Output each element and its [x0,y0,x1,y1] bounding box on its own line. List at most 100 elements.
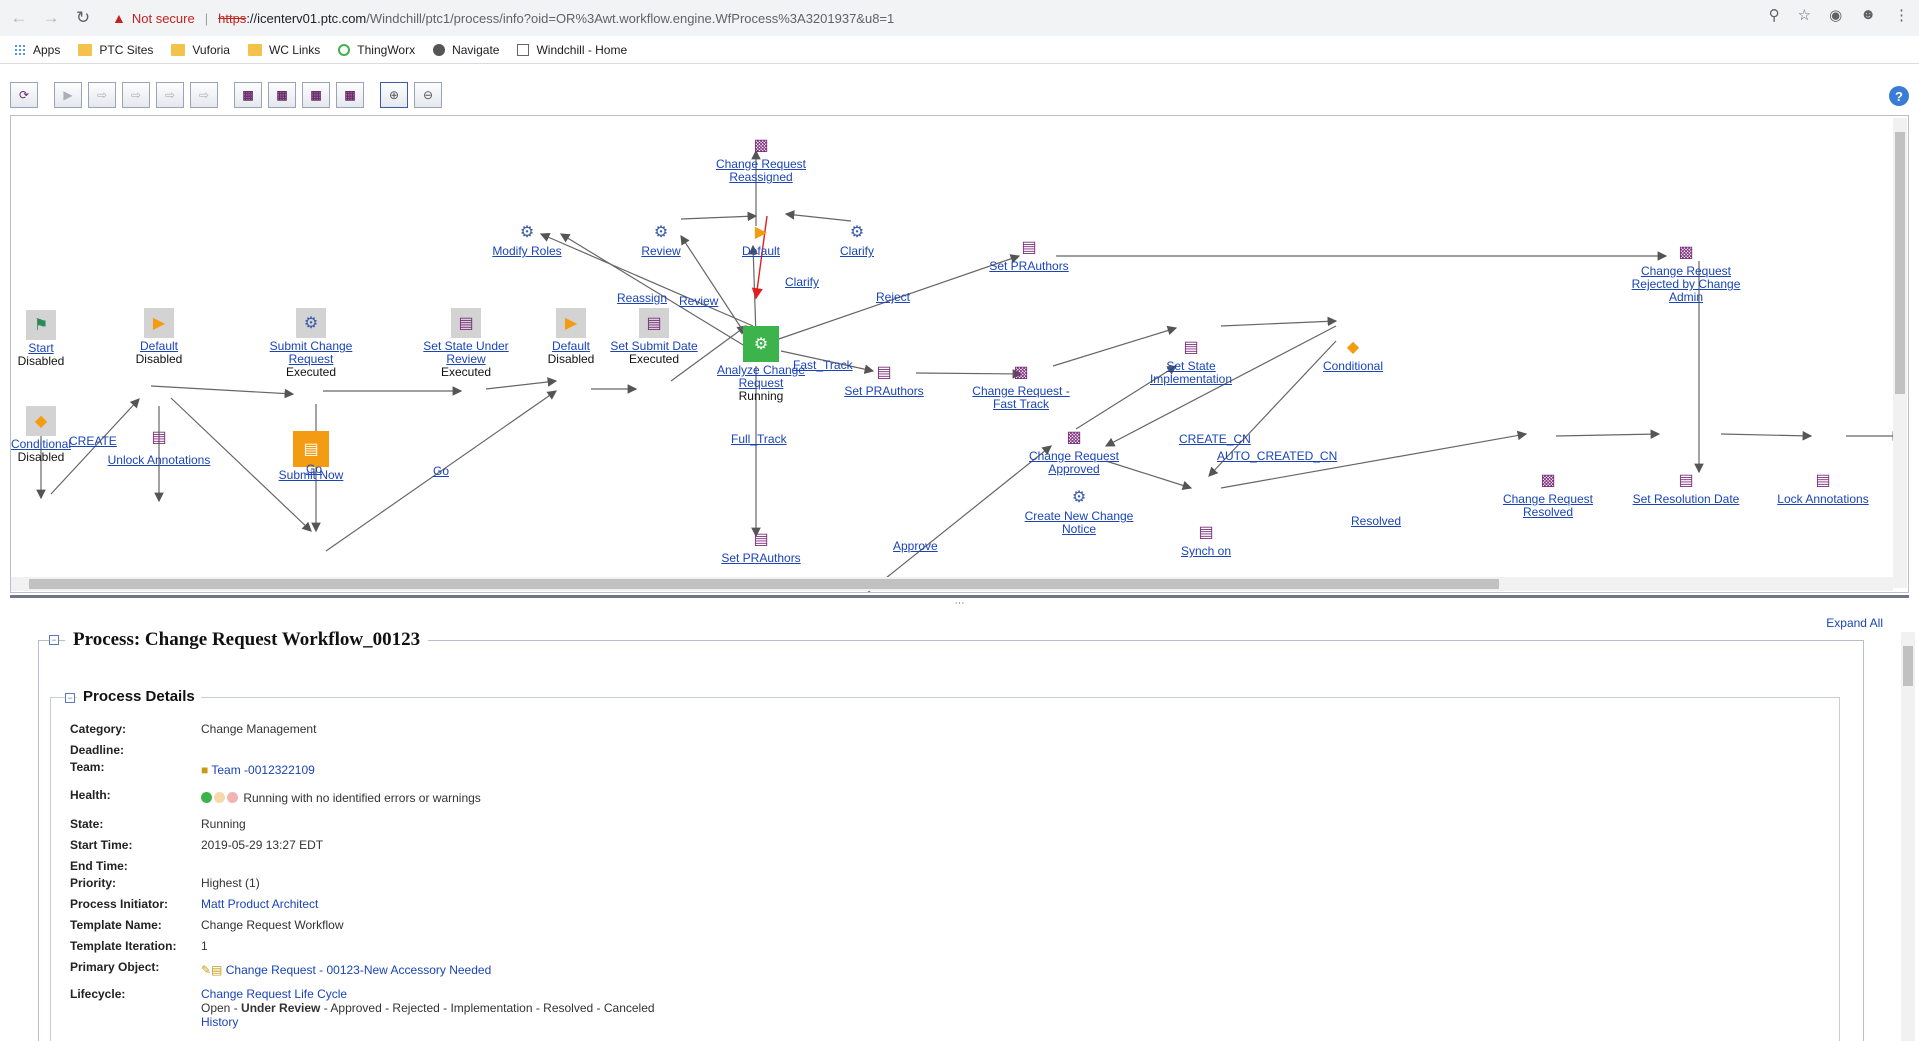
warning-icon: ▲ [112,10,126,26]
primary-object-link[interactable]: Change Request - 00123-New Accessory Nee… [226,963,492,977]
help-icon[interactable]: ? [1889,86,1909,106]
apps-grid-icon [14,43,26,56]
activity-icon: ⚙ [849,223,865,241]
step-play-button[interactable]: ▶ [54,82,82,108]
node-default-1[interactable]: ▶ Default Disabled [104,308,214,366]
windchill-icon [517,43,530,56]
node-set-submit-date[interactable]: ▤ Set Submit Date Executed [599,308,709,366]
graph-vertical-scrollbar[interactable] [1893,118,1907,588]
health-red-icon [227,792,238,803]
node-start[interactable]: ⚑ Start Disabled [11,310,96,368]
flow-button-2[interactable]: ▦ [268,82,296,108]
node-synch-on[interactable]: ▤ Synch on [1151,521,1261,558]
step-button-5[interactable]: ⇨ [190,82,218,108]
edge-label-go[interactable]: Go [433,464,449,478]
node-lock-annotations[interactable]: ▤ Lock Annotations [1768,469,1878,506]
refresh-button[interactable]: ⟳ [10,82,38,108]
zoom-out-button[interactable]: ⊖ [414,82,442,108]
scroll-thumb[interactable] [1895,132,1905,394]
back-arrow-icon[interactable]: ← [6,5,32,31]
pane-splitter[interactable]: ⋯ [10,595,1909,609]
node-change-request-rejected[interactable]: ▩ Change Request Rejected by Change Admi… [1631,241,1741,304]
edge-label-reject[interactable]: Reject [876,290,910,304]
edge-label-fast-track[interactable]: Fast_Track [793,358,853,372]
initiator-link[interactable]: Matt Product Architect [201,897,318,911]
activity-icon: ⚙ [296,308,326,338]
node-set-state-implementation[interactable]: ▤ Set State Implementation [1136,336,1246,386]
task-icon: ▤ [1678,471,1694,489]
flow-button-1[interactable]: ▦ [234,82,262,108]
history-link[interactable]: History [201,1015,238,1029]
task-icon: ▤ [451,308,481,338]
edge-label-resolved[interactable]: Resolved [1351,514,1401,528]
scroll-thumb[interactable] [29,579,1499,589]
browser-actions: ⚲ ☆ ◉ ☻ ⋮ [1769,6,1909,24]
bookmark-thingworx[interactable]: ThingWorx [338,43,415,57]
node-set-prauthors-bottom[interactable]: ▤ Set PRAuthors [706,528,816,565]
node-unlock-annotations[interactable]: ▤ Unlock Annotations [104,422,214,467]
lifecycle-link[interactable]: Change Request Life Cycle [201,987,347,1001]
section-title: Process Details [77,688,201,705]
workflow-toolbar: ⟳ ▶ ⇨ ⇨ ⇨ ⇨ ▦ ▦ ▦ ▦ ⊕ ⊖ [10,80,1905,110]
bookmark-vuforia[interactable]: Vuforia [171,43,230,57]
node-set-prauthors-top[interactable]: ▤ Set PRAuthors [974,236,1084,273]
menu-icon[interactable]: ⋮ [1894,6,1909,24]
edge-label-auto-created-cn[interactable]: AUTO_CREATED_CN [1217,449,1337,463]
node-change-request-reassigned[interactable]: ▩ Change Request Reassigned [706,134,816,184]
edge-label-go[interactable]: Go [306,462,322,476]
node-create-new-change-notice[interactable]: ⚙ Create New Change Notice [1024,486,1134,536]
task-icon: ▤ [151,428,167,446]
step-button-2[interactable]: ⇨ [88,82,116,108]
edge-label-reassign[interactable]: Reassign [617,291,667,305]
edge-label-review[interactable]: Review [679,294,718,308]
expand-all-link[interactable]: Expand All [1826,616,1883,630]
flow-button-3[interactable]: ▦ [302,82,330,108]
node-review[interactable]: ⚙ Review [606,221,716,258]
flow-icon: ▦ [242,88,254,102]
scroll-thumb[interactable] [1903,646,1913,686]
node-clarify[interactable]: ⚙ Clarify [802,221,912,258]
node-set-state-under-review[interactable]: ▤ Set State Under Review Executed [411,308,521,379]
and-gate-icon: ▶ [144,308,174,338]
node-change-request-approved[interactable]: ▩ Change Request Approved [1019,426,1129,476]
task-icon: ▤ [876,363,892,381]
node-change-request-resolved[interactable]: ▩ Change Request Resolved [1493,469,1603,519]
edge-label-clarify[interactable]: Clarify [785,275,819,289]
reload-icon[interactable]: ↻ [70,5,96,31]
forward-arrow-icon[interactable]: → [38,5,64,31]
zoom-icon[interactable]: ⚲ [1769,6,1780,24]
bookmark-wc-links[interactable]: WC Links [247,43,320,57]
page-vertical-scrollbar[interactable] [1901,632,1915,1041]
zoom-in-button[interactable]: ⊕ [380,82,408,108]
node-modify-roles[interactable]: ⚙ Modify Roles [472,221,582,258]
edge-label-full-track[interactable]: Full_Track [731,432,787,446]
bookmark-navigate[interactable]: Navigate [433,43,499,57]
edge-label-create-cn[interactable]: CREATE_CN [1179,432,1251,446]
edge-label-create[interactable]: CREATE [69,434,117,448]
graph-horizontal-scrollbar[interactable] [11,577,1893,591]
folder-icon [247,43,262,56]
node-change-request-fast-track[interactable]: ▩ Change Request - Fast Track [966,361,1076,411]
node-set-resolution-date[interactable]: ▤ Set Resolution Date [1631,469,1741,506]
address-bar[interactable]: ▲ Not secure | https://icenterv01.ptc.co… [112,6,1802,30]
step-button-4[interactable]: ⇨ [156,82,184,108]
process-title: Process: Change Request Workflow_00123 [65,629,429,651]
step-icon: ⇨ [96,88,108,102]
bookmark-windchill-home[interactable]: Windchill - Home [517,43,627,57]
extension-icon[interactable]: ◉ [1829,6,1842,24]
node-conditional-right[interactable]: ◆ Conditional [1298,336,1408,373]
step-button-3[interactable]: ⇨ [122,82,150,108]
collapse-icon[interactable]: − [65,693,75,703]
team-link[interactable]: Team -0012322109 [211,763,314,777]
flow-button-4[interactable]: ▦ [336,82,364,108]
workflow-graph[interactable]: ⚑ Start Disabled ◆ Conditional Disabled … [10,115,1909,593]
bookmark-ptc-sites[interactable]: PTC Sites [78,43,153,57]
edge-label-approve[interactable]: Approve [893,539,938,553]
collapse-icon[interactable]: − [49,635,59,645]
profile-icon[interactable]: ☻ [1860,6,1876,24]
star-icon[interactable]: ☆ [1798,6,1811,24]
bookmark-apps[interactable]: Apps [14,43,60,57]
node-submit-change-request[interactable]: ⚙ Submit Change Request Executed [256,308,366,379]
node-default-top[interactable]: ▶ Default [706,221,816,258]
current-lifecycle-state: Under Review [241,1001,321,1015]
